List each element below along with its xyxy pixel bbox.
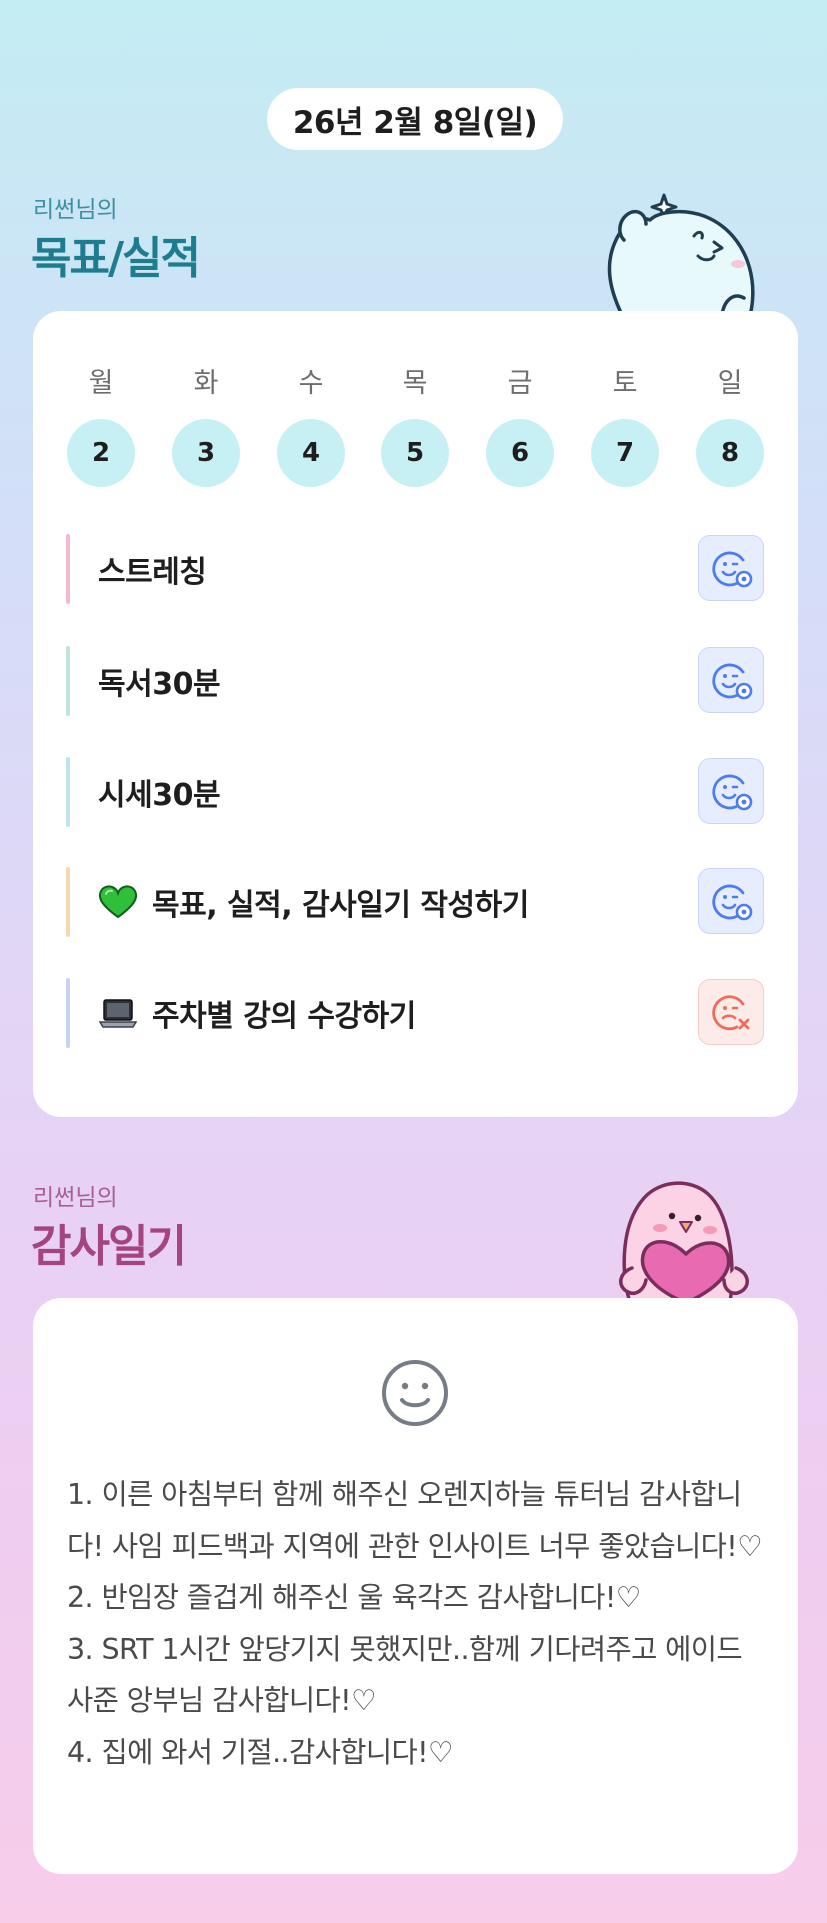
- goal-status-button[interactable]: [698, 647, 764, 713]
- day-button-8[interactable]: 8: [696, 419, 764, 487]
- goal-color-bar: [66, 978, 70, 1048]
- smile-x-icon: [712, 995, 750, 1031]
- goals-section-subtitle: 리썬님의: [33, 197, 118, 223]
- goals-card: 월 2 화 3 수 4 목 5 금 6 토 7 일 8 스트레칭 독서30분 시…: [33, 311, 798, 1117]
- goal-status-button[interactable]: [698, 758, 764, 824]
- pink-bird-heart-mascot: [619, 1181, 749, 1303]
- weekday-label: 금: [507, 368, 533, 399]
- date-pill[interactable]: 26년 2월 8일(일): [267, 88, 563, 150]
- gratitude-section-subtitle: 리썬님의: [33, 1185, 118, 1211]
- goal-text: 독서30분: [98, 667, 221, 702]
- gratitude-card[interactable]: 1. 이른 아침부터 함께 해주신 오렌지하늘 튜터님 감사합니다! 사임 피드…: [33, 1298, 798, 1874]
- goal-color-bar: [66, 534, 70, 604]
- goal-text: 시세30분: [98, 778, 221, 813]
- green-heart-icon: [98, 885, 138, 919]
- goal-color-bar: [66, 757, 70, 827]
- goal-item[interactable]: 시세30분: [66, 757, 766, 827]
- goal-item[interactable]: 스트레칭: [66, 534, 766, 604]
- weekday-label: 일: [717, 368, 743, 399]
- smile-check-icon: [712, 884, 753, 921]
- day-button-3[interactable]: 3: [172, 419, 240, 487]
- goal-status-button[interactable]: [698, 535, 764, 601]
- goal-text: 스트레칭: [98, 555, 207, 590]
- goal-item[interactable]: 독서30분: [66, 646, 766, 716]
- day-button-5[interactable]: 5: [381, 419, 449, 487]
- smile-face-icon: [382, 1360, 448, 1426]
- goal-item[interactable]: 주차별 강의 수강하기: [66, 978, 766, 1048]
- day-button-4[interactable]: 4: [277, 419, 345, 487]
- goal-color-bar: [66, 867, 70, 937]
- smile-check-icon: [712, 774, 753, 811]
- goal-text: 주차별 강의 수강하기: [152, 999, 416, 1034]
- weekday-label: 수: [298, 368, 324, 399]
- weekday-label: 목: [402, 368, 428, 399]
- date-label: 26년 2월 8일(일): [292, 104, 538, 141]
- goal-text-row: 주차별 강의 수강하기: [98, 978, 416, 1048]
- day-button-2[interactable]: 2: [67, 419, 135, 487]
- goal-status-button[interactable]: [698, 868, 764, 934]
- day-button-6[interactable]: 6: [486, 419, 554, 487]
- smile-check-icon: [712, 551, 753, 588]
- sparkle-ghost-mascot: [607, 193, 755, 315]
- laptop-icon: [98, 999, 138, 1028]
- goal-text-row: 목표, 실적, 감사일기 작성하기: [98, 867, 529, 937]
- gratitude-section-title: 감사일기: [31, 1221, 187, 1272]
- day-button-7[interactable]: 7: [591, 419, 659, 487]
- goal-color-bar: [66, 646, 70, 716]
- goal-text: 목표, 실적, 감사일기 작성하기: [152, 888, 529, 923]
- goals-section-title: 목표/실적: [31, 233, 201, 284]
- gratitude-entry-text: 1. 이른 아침부터 함께 해주신 오렌지하늘 튜터님 감사합니다! 사임 피드…: [67, 1478, 763, 1769]
- weekday-label: 월: [88, 368, 114, 399]
- weekday-label: 화: [193, 368, 219, 399]
- smile-check-icon: [712, 663, 753, 700]
- weekday-label: 토: [612, 368, 638, 399]
- goal-item[interactable]: 목표, 실적, 감사일기 작성하기: [66, 867, 766, 937]
- goal-status-button[interactable]: [698, 979, 764, 1045]
